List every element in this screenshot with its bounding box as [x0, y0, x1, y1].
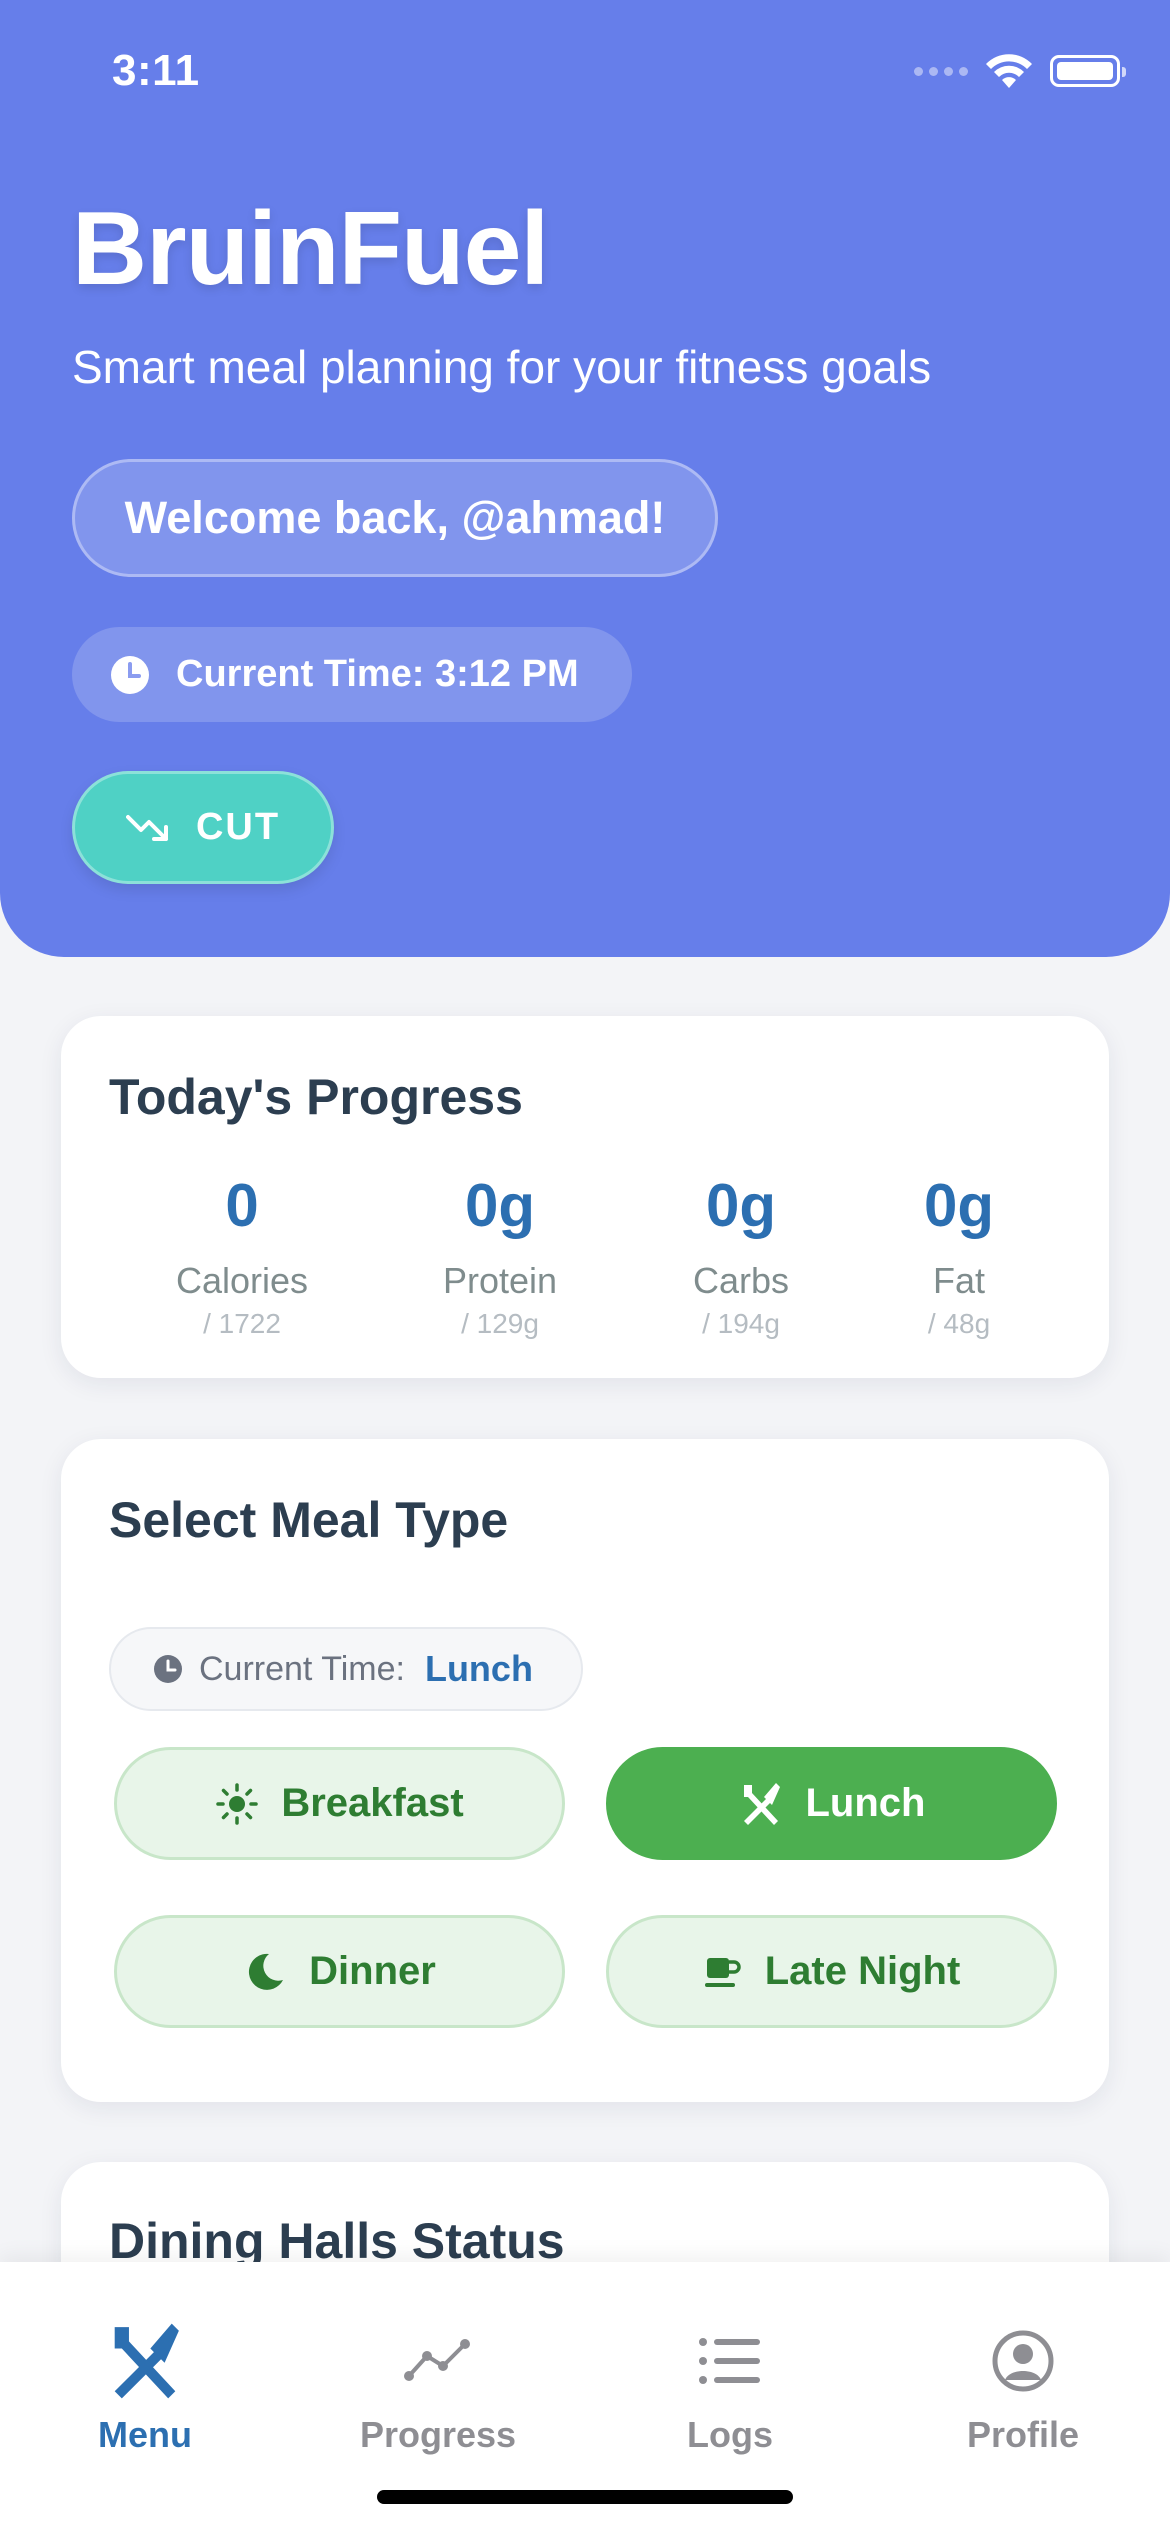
- sun-icon: [216, 1782, 259, 1825]
- macro-goal: / 48g: [927, 1308, 991, 1339]
- macro-label: Calories: [175, 1260, 309, 1301]
- home-indicator: [377, 2490, 793, 2504]
- tab-label: Menu: [98, 2414, 192, 2455]
- header: 3:11 BruinFuel Smart meal planning for y…: [0, 0, 1170, 957]
- meal-label: Lunch: [805, 1781, 926, 1825]
- goal-label: CUT: [195, 806, 281, 848]
- list-icon: [699, 2338, 760, 2384]
- meal-label: Breakfast: [281, 1781, 464, 1825]
- tab-logs[interactable]: Logs: [620, 2318, 840, 2456]
- app-screen: 3:11 BruinFuel Smart meal planning for y…: [0, 0, 1170, 2532]
- app-subtitle: Smart meal planning for your fitness goa…: [72, 341, 932, 393]
- tab-label: Progress: [359, 2414, 517, 2455]
- utensils-icon: [743, 1782, 780, 1825]
- tab-profile[interactable]: Profile: [913, 2318, 1133, 2456]
- utensils-icon: [114, 2323, 179, 2399]
- macro-goal: / 1722: [203, 1308, 281, 1339]
- macro-label: Fat: [932, 1260, 985, 1301]
- user-circle-icon: [992, 2330, 1054, 2392]
- macro-value: 0: [225, 1172, 259, 1239]
- meal-label: Late Night: [764, 1949, 961, 1993]
- tab-menu[interactable]: Menu: [35, 2318, 255, 2456]
- moon-icon: [249, 1953, 284, 1990]
- tab-progress[interactable]: Progress: [328, 2318, 548, 2456]
- tab-label: Profile: [966, 2414, 1080, 2455]
- trending-down-icon: [125, 814, 168, 841]
- battery-icon: [1050, 55, 1126, 87]
- meal-late-night-button[interactable]: Late Night: [606, 1915, 1057, 2028]
- wifi-icon: [986, 54, 1032, 88]
- clock-icon: [154, 1655, 182, 1683]
- current-time-label: Current Time:: [199, 1649, 405, 1688]
- app-title: BruinFuel: [72, 191, 549, 307]
- meal-lunch-button[interactable]: Lunch: [606, 1747, 1057, 1860]
- meal-type-title: Select Meal Type: [109, 1492, 509, 1548]
- macro-label: Carbs: [692, 1260, 790, 1301]
- macro-goal: / 194g: [702, 1308, 780, 1339]
- macro-value: 0g: [464, 1172, 536, 1239]
- current-meal-value: Lunch: [424, 1648, 533, 1689]
- macro-label: Protein: [442, 1260, 558, 1301]
- meal-dinner-button[interactable]: Dinner: [114, 1915, 565, 2028]
- tab-label: Logs: [687, 2414, 773, 2455]
- current-meal-chip: Current Time: Lunch: [109, 1627, 583, 1711]
- macro-fat: 0g Fat / 48g: [849, 1176, 1069, 1340]
- meal-breakfast-button[interactable]: Breakfast: [114, 1747, 565, 1860]
- line-chart-icon: [404, 2339, 470, 2381]
- macro-value: 0g: [923, 1172, 995, 1239]
- macro-goal: / 129g: [461, 1308, 539, 1339]
- macro-calories: 0 Calories / 1722: [132, 1176, 352, 1340]
- clock-icon: [111, 655, 149, 694]
- macro-protein: 0g Protein / 129g: [390, 1176, 610, 1340]
- todays-progress-card: Today's Progress 0 Calories / 1722 0g Pr…: [61, 1016, 1109, 1378]
- macro-carbs: 0g Carbs / 194g: [631, 1176, 851, 1340]
- welcome-text: Welcome back, @ahmad!: [124, 492, 666, 543]
- welcome-pill: Welcome back, @ahmad!: [72, 459, 718, 577]
- meal-label: Dinner: [309, 1949, 436, 1993]
- current-time-text: Current Time: 3:12 PM: [176, 653, 579, 695]
- coffee-cup-icon: [704, 1957, 741, 1987]
- signal-icon: [914, 66, 968, 76]
- macro-value: 0g: [705, 1172, 777, 1239]
- goal-cut-button[interactable]: CUT: [72, 771, 334, 884]
- progress-title: Today's Progress: [109, 1069, 523, 1125]
- status-time: 3:11: [112, 46, 200, 95]
- meal-type-card: Select Meal Type Current Time: Lunch Bre…: [61, 1439, 1109, 2102]
- current-time-pill: Current Time: 3:12 PM: [72, 627, 632, 722]
- status-icons: [914, 52, 1126, 90]
